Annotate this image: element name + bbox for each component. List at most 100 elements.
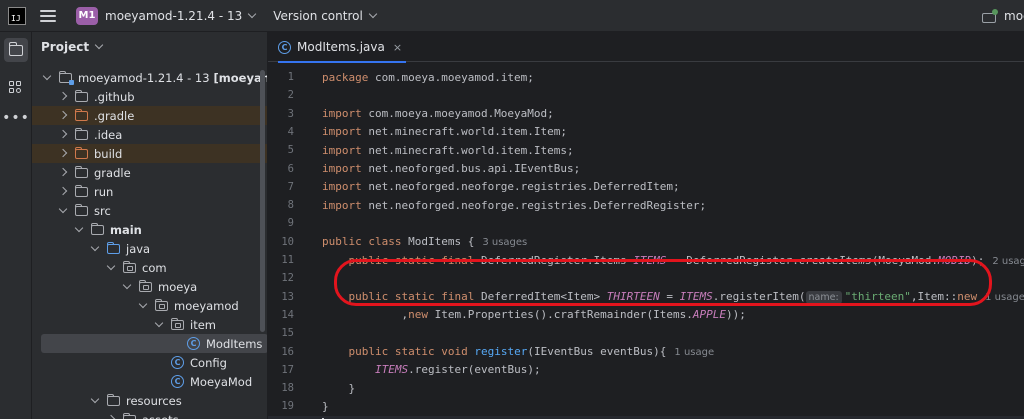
tree-item-config[interactable]: C Config	[32, 353, 267, 372]
code-text: package com.moeya.moeyamod.item;	[322, 71, 534, 84]
tree-item-label: src	[94, 203, 111, 218]
code-line[interactable]: 5 import net.minecraft.world.item.Items;	[268, 141, 1024, 159]
code-token: (IEventBus eventBus){	[527, 345, 667, 358]
code-line[interactable]: 1 package com.moeya.moeyamod.item;	[268, 68, 1024, 86]
tree-item-moeyamod-1-21-4-13[interactable]: moeyamod-1.21.4 - 13 [moeyamod-1.21.4_-_…	[32, 68, 267, 87]
tree-item-moeyamod[interactable]: moeyamod	[32, 296, 267, 315]
tree-item-idea[interactable]: .idea	[32, 125, 267, 144]
tree-item-label: gradle	[94, 165, 131, 180]
chevron-down-icon[interactable]	[154, 318, 164, 328]
usage-hint[interactable]: 2 usages	[992, 256, 1024, 267]
tree-item-item[interactable]: item	[32, 315, 267, 334]
chevron-down-icon[interactable]	[74, 223, 84, 233]
tree-item-gradle[interactable]: .gradle	[32, 106, 267, 125]
tree-item-label: moeyamod	[174, 298, 239, 313]
code-text: import net.minecraft.world.item.Items;	[322, 144, 574, 157]
excluded-folder-icon	[74, 109, 88, 121]
resources-folder-icon	[106, 394, 120, 406]
chevron-down-icon[interactable]	[42, 71, 52, 81]
code-line[interactable]: 15	[268, 324, 1024, 342]
code-line[interactable]: 12	[268, 269, 1024, 287]
code-line[interactable]: 16 public static void register(IEventBus…	[268, 343, 1024, 361]
code-token: .registerItem(	[712, 289, 806, 303]
intellij-logo-icon[interactable]: IJ	[8, 6, 26, 25]
chevron-right-icon[interactable]	[58, 129, 68, 139]
tree-item-run[interactable]: run	[32, 182, 267, 201]
code-line[interactable]: 14 ,new Item.Properties().craftRemainder…	[268, 306, 1024, 324]
tree-item-label: resources	[126, 393, 182, 408]
package-icon	[122, 261, 136, 273]
tree-item-com[interactable]: com	[32, 258, 267, 277]
code-editor: C ModItems.java × 1 package com.moeya.moe…	[268, 32, 1024, 419]
tree-item-main[interactable]: main	[32, 220, 267, 239]
chevron-right-icon[interactable]	[58, 167, 68, 177]
tree-item-moeyamod[interactable]: C MoeyaMod	[32, 372, 267, 391]
run-configuration[interactable]: moe	[982, 0, 1024, 32]
code-line[interactable]: 17 ITEMS.register(eventBus);	[268, 361, 1024, 379]
code-line[interactable]: 2	[268, 86, 1024, 104]
code-token: }	[322, 399, 329, 413]
tree-item-label: moeya	[158, 279, 198, 294]
chevron-down-icon[interactable]	[122, 280, 132, 290]
tree-item-label: run	[94, 184, 114, 199]
tree-item-label: .idea	[94, 127, 123, 142]
code-token: com.moeya.moeyamod.item;	[374, 70, 534, 84]
line-number: 5	[287, 144, 294, 157]
tree-item-assets[interactable]: assets	[32, 410, 267, 419]
code-token: ITEMS	[633, 253, 667, 267]
code-line[interactable]: 13 public static final DeferredItem<Item…	[268, 288, 1024, 306]
code-line[interactable]: 6 import net.neoforged.bus.api.IEventBus;	[268, 160, 1024, 178]
tool-window-strip: •••	[0, 32, 32, 419]
chevron-down-icon[interactable]	[90, 242, 100, 252]
code-token: net.neoforged.neoforge.registries.Deferr…	[368, 180, 680, 194]
usage-hint[interactable]: 1 usage	[985, 292, 1024, 303]
chevron-down-icon[interactable]	[58, 204, 68, 214]
code-line[interactable]: 8 import net.neoforged.neoforge.registrie…	[268, 196, 1024, 214]
project-selector[interactable]: moeyamod-1.21.4 - 13	[98, 9, 257, 23]
code-line[interactable]: 3 import com.moeya.moeyamod.MoeyaMod;	[268, 105, 1024, 123]
more-tools-button[interactable]: •••	[2, 106, 29, 130]
code-line[interactable]: 11 public static final DeferredRegister.…	[268, 251, 1024, 269]
title-bar: IJ M1 moeyamod-1.21.4 - 13 Version contr…	[0, 0, 1024, 32]
chevron-down-icon[interactable]	[138, 299, 148, 309]
chevron-right-icon[interactable]	[58, 148, 68, 158]
chevron-right-icon[interactable]	[58, 186, 68, 196]
code-line[interactable]: 10 public class ModItems {3 usages	[268, 233, 1024, 251]
usage-hint[interactable]: 1 usage	[674, 347, 714, 358]
vcs-selector[interactable]: Version control	[255, 9, 378, 23]
chevron-down-icon[interactable]	[106, 261, 116, 271]
main-menu-icon[interactable]	[40, 9, 56, 22]
code-line[interactable]: 9	[268, 214, 1024, 232]
project-badge[interactable]: M1	[76, 6, 98, 25]
line-number: 3	[287, 107, 294, 120]
tree-item-src[interactable]: src	[32, 201, 267, 220]
chevron-right-icon[interactable]	[58, 91, 68, 101]
line-number: 7	[287, 180, 294, 193]
tree-item-moeya[interactable]: moeya	[32, 277, 267, 296]
tree-item-resources[interactable]: resources	[32, 391, 267, 410]
tab-moditems[interactable]: C ModItems.java ×	[278, 32, 407, 63]
project-tool-button[interactable]	[4, 38, 28, 62]
code-line[interactable]: 4 import net.minecraft.world.item.Item;	[268, 123, 1024, 141]
tree-item-build[interactable]: build	[32, 144, 267, 163]
chevron-right-icon[interactable]	[106, 414, 116, 419]
tree-item-moditems[interactable]: C ModItems	[41, 334, 267, 353]
code-text: import net.minecraft.world.item.Item;	[322, 125, 567, 138]
project-scrollbar[interactable]	[260, 70, 265, 332]
run-config-icon	[982, 9, 998, 23]
code-line[interactable]: 19}	[268, 397, 1024, 415]
code-line[interactable]: 18 }	[268, 379, 1024, 397]
chevron-right-icon[interactable]	[58, 110, 68, 120]
line-number: 15	[281, 327, 294, 340]
usage-hint[interactable]: 3 usages	[482, 237, 527, 248]
tree-item-java[interactable]: java	[32, 239, 267, 258]
close-icon[interactable]: ×	[393, 41, 402, 54]
code-line[interactable]: 7 import net.neoforged.neoforge.registrie…	[268, 178, 1024, 196]
chevron-down-icon[interactable]	[90, 394, 100, 404]
project-panel-header[interactable]: Project	[32, 32, 267, 62]
tree-item-github[interactable]: .github	[32, 87, 267, 106]
tree-item-gradle[interactable]: gradle	[32, 163, 267, 182]
structure-tool-button[interactable]	[4, 76, 28, 100]
